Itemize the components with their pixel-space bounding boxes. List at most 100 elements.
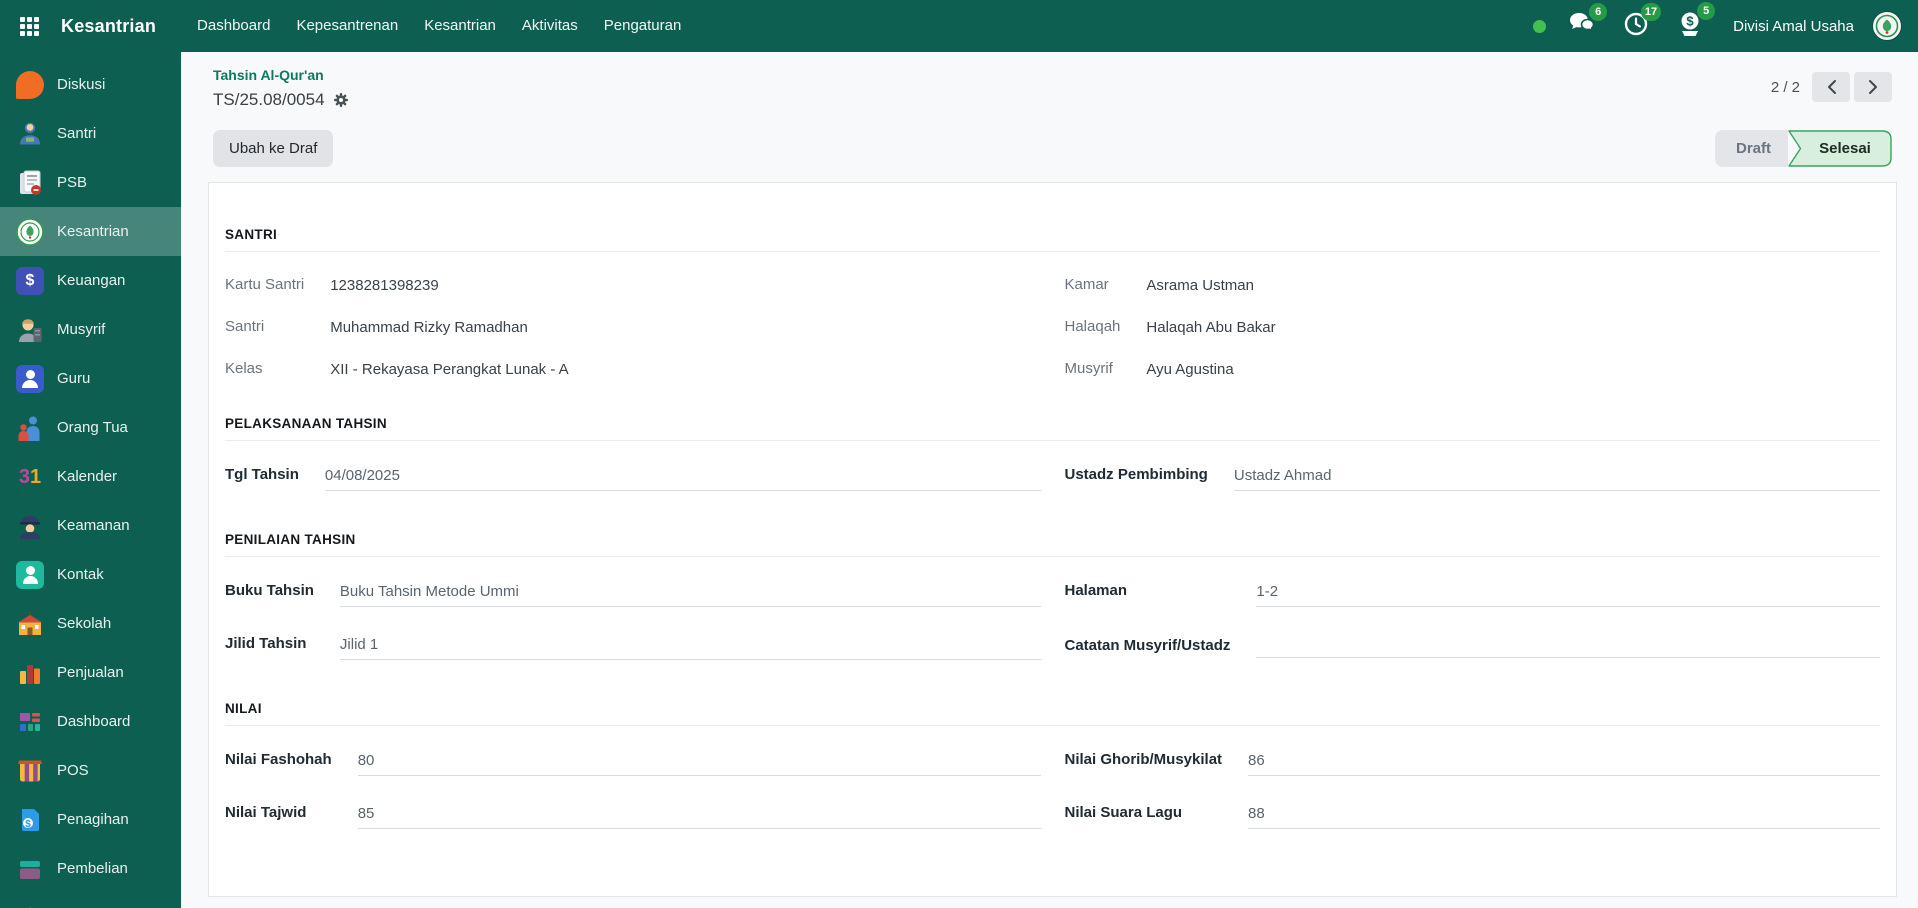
kartu-santri-value: 1238281398239 bbox=[330, 277, 439, 294]
field-label-santri: Santri bbox=[225, 318, 265, 335]
section-pelaksanaan-tahsin: PELAKSANAAN TAHSIN Tgl Tahsin 04/08/2025… bbox=[225, 416, 1880, 518]
field-label-halaman: Halaman bbox=[1064, 582, 1128, 599]
activities-button[interactable]: 17 bbox=[1617, 2, 1662, 46]
field-label-nilai-fashohah: Nilai Fashohah bbox=[225, 751, 332, 768]
sidebar-item-psb[interactable]: PSB bbox=[0, 158, 181, 207]
company-menu[interactable]: Divisi Amal Usaha bbox=[1733, 18, 1854, 35]
invoicing-icon: $ bbox=[16, 806, 44, 834]
nilai-suara-lagu-input[interactable]: 88 bbox=[1248, 803, 1880, 829]
next-record-button[interactable] bbox=[1854, 72, 1892, 102]
sidebar-item-dashboard[interactable]: Dashboard bbox=[0, 697, 181, 746]
buku-tahsin-input[interactable]: Buku Tahsin Metode Ummi bbox=[339, 581, 1041, 607]
sidebar-item-keuangan[interactable]: Keuangan bbox=[0, 256, 181, 305]
musyrif-value: Ayu Agustina bbox=[1146, 361, 1234, 378]
online-status-dot bbox=[1533, 19, 1547, 33]
nilai-fashohah-input[interactable]: 80 bbox=[357, 750, 1041, 776]
status-active-label: Selesai bbox=[1819, 140, 1871, 157]
sidebar-item-stok-persediaan[interactable]: Stok Persediaan bbox=[0, 893, 181, 908]
sidebar-item-orang-tua[interactable]: Orang Tua bbox=[0, 403, 181, 452]
school-icon bbox=[16, 610, 44, 638]
field-label-nilai-suara-lagu: Nilai Suara Lagu bbox=[1064, 804, 1183, 821]
chat-bubble-icon bbox=[16, 70, 44, 99]
sidebar-item-sekolah[interactable]: Sekolah bbox=[0, 599, 181, 648]
svg-text:$: $ bbox=[1687, 14, 1695, 29]
sidebar-item-penagihan[interactable]: $ Penagihan bbox=[0, 795, 181, 844]
svg-text:$: $ bbox=[25, 818, 31, 829]
sidebar-item-diskusi[interactable]: Diskusi bbox=[0, 60, 181, 109]
ustadz-pembimbing-input[interactable]: Ustadz Ahmad bbox=[1233, 465, 1880, 491]
sidebar-item-pos[interactable]: POS bbox=[0, 746, 181, 795]
halaman-input[interactable]: 1-2 bbox=[1256, 581, 1880, 607]
sidebar: Diskusi Santri PSB Kesantrian Keuangan bbox=[0, 52, 181, 908]
field-label-musyrif: Musyrif bbox=[1064, 360, 1113, 377]
status-step-draft[interactable]: Draft bbox=[1714, 130, 1788, 167]
dashboard-icon bbox=[16, 708, 44, 736]
section-title: NILAI bbox=[225, 701, 1880, 726]
finance-badge: 5 bbox=[1697, 2, 1716, 20]
santri-value: Muhammad Rizky Ramadhan bbox=[330, 319, 528, 336]
topnav-dashboard[interactable]: Dashboard bbox=[184, 0, 283, 52]
action-row: Ubah ke Draf Draft Selesai bbox=[181, 112, 1918, 182]
nilai-ghorib-musykilat-input[interactable]: 86 bbox=[1248, 750, 1880, 776]
sidebar-item-label: Kontak bbox=[57, 566, 104, 583]
sidebar-item-penjualan[interactable]: Penjualan bbox=[0, 648, 181, 697]
pos-icon bbox=[16, 757, 44, 785]
top-navigation: Dashboard Kepesantrenan Kesantrian Aktiv… bbox=[184, 0, 694, 52]
section-title: PENILAIAN TAHSIN bbox=[225, 532, 1880, 557]
sidebar-item-kesantrian[interactable]: Kesantrian bbox=[0, 207, 181, 256]
sidebar-item-kalender[interactable]: Kalender bbox=[0, 452, 181, 501]
section-santri: SANTRI Kartu Santri 1238281398239 Santri… bbox=[225, 227, 1880, 402]
status-step-selesai[interactable]: Selesai bbox=[1788, 130, 1892, 167]
app-title: Kesantrian bbox=[61, 15, 157, 36]
activities-badge: 17 bbox=[1640, 2, 1662, 21]
sidebar-item-keamanan[interactable]: Keamanan bbox=[0, 501, 181, 550]
form-sheet: SANTRI Kartu Santri 1238281398239 Santri… bbox=[208, 182, 1897, 897]
chat-bubble-icon bbox=[1568, 13, 1595, 40]
pager-value[interactable]: 2 / 2 bbox=[1771, 79, 1800, 96]
sidebar-item-label: Sekolah bbox=[57, 615, 112, 632]
sidebar-item-guru[interactable]: Guru bbox=[0, 354, 181, 403]
clock-icon bbox=[1623, 12, 1649, 41]
topnav-aktivitas[interactable]: Aktivitas bbox=[509, 0, 591, 52]
messages-button[interactable]: 6 bbox=[1562, 3, 1608, 45]
student-icon bbox=[16, 120, 44, 148]
breadcrumb-parent-link[interactable]: Tahsin Al-Qur'an bbox=[213, 66, 349, 85]
sidebar-item-label: Guru bbox=[57, 370, 91, 387]
mentor-icon bbox=[16, 316, 44, 344]
sales-icon bbox=[16, 659, 44, 687]
sidebar-item-label: Santri bbox=[57, 125, 97, 142]
topnav-kesantrian[interactable]: Kesantrian bbox=[411, 0, 509, 52]
sidebar-item-label: Dashboard bbox=[57, 713, 131, 730]
jilid-tahsin-input[interactable]: Jilid 1 bbox=[339, 634, 1041, 660]
topnav-pengaturan[interactable]: Pengaturan bbox=[591, 0, 695, 52]
sidebar-item-santri[interactable]: Santri bbox=[0, 109, 181, 158]
topnav-kepesantrenan[interactable]: Kepesantrenan bbox=[283, 0, 411, 52]
gear-icon[interactable] bbox=[333, 92, 349, 108]
kamar-value: Asrama Ustman bbox=[1146, 277, 1254, 294]
security-icon bbox=[16, 512, 44, 540]
field-label-buku-tahsin: Buku Tahsin bbox=[225, 582, 314, 599]
sidebar-item-label: Keuangan bbox=[57, 272, 126, 289]
registration-document-icon bbox=[16, 169, 44, 197]
field-label-nilai-tajwid: Nilai Tajwid bbox=[225, 804, 307, 821]
tgl-tahsin-input[interactable]: 04/08/2025 bbox=[324, 465, 1041, 491]
sidebar-item-pembelian[interactable]: Pembelian bbox=[0, 844, 181, 893]
section-title: PELAKSANAAN TAHSIN bbox=[225, 416, 1880, 441]
nilai-tajwid-input[interactable]: 85 bbox=[357, 803, 1041, 829]
sidebar-item-label: Penjualan bbox=[57, 664, 124, 681]
money-icon: $ bbox=[1677, 12, 1703, 41]
sidebar-item-musyrif[interactable]: Musyrif bbox=[0, 305, 181, 354]
apps-grid-icon[interactable] bbox=[20, 16, 39, 36]
catatan-musyrif-ustadz-input[interactable] bbox=[1256, 636, 1880, 659]
kelas-value: XII - Rekayasa Perangkat Lunak - A bbox=[330, 361, 569, 378]
avatar[interactable] bbox=[1872, 11, 1902, 41]
sidebar-item-label: Pembelian bbox=[57, 860, 128, 877]
set-to-draft-button[interactable]: Ubah ke Draf bbox=[213, 130, 334, 167]
previous-record-button[interactable] bbox=[1812, 72, 1850, 102]
finance-tray-button[interactable]: $ 5 bbox=[1671, 2, 1716, 46]
pager: 2 / 2 bbox=[1771, 66, 1892, 102]
field-label-ustadz-pembimbing: Ustadz Pembimbing bbox=[1064, 466, 1208, 483]
sidebar-item-kontak[interactable]: Kontak bbox=[0, 550, 181, 599]
calendar-icon bbox=[16, 463, 44, 491]
section-penilaian-tahsin: PENILAIAN TAHSIN Buku Tahsin Buku Tahsin… bbox=[225, 532, 1880, 687]
